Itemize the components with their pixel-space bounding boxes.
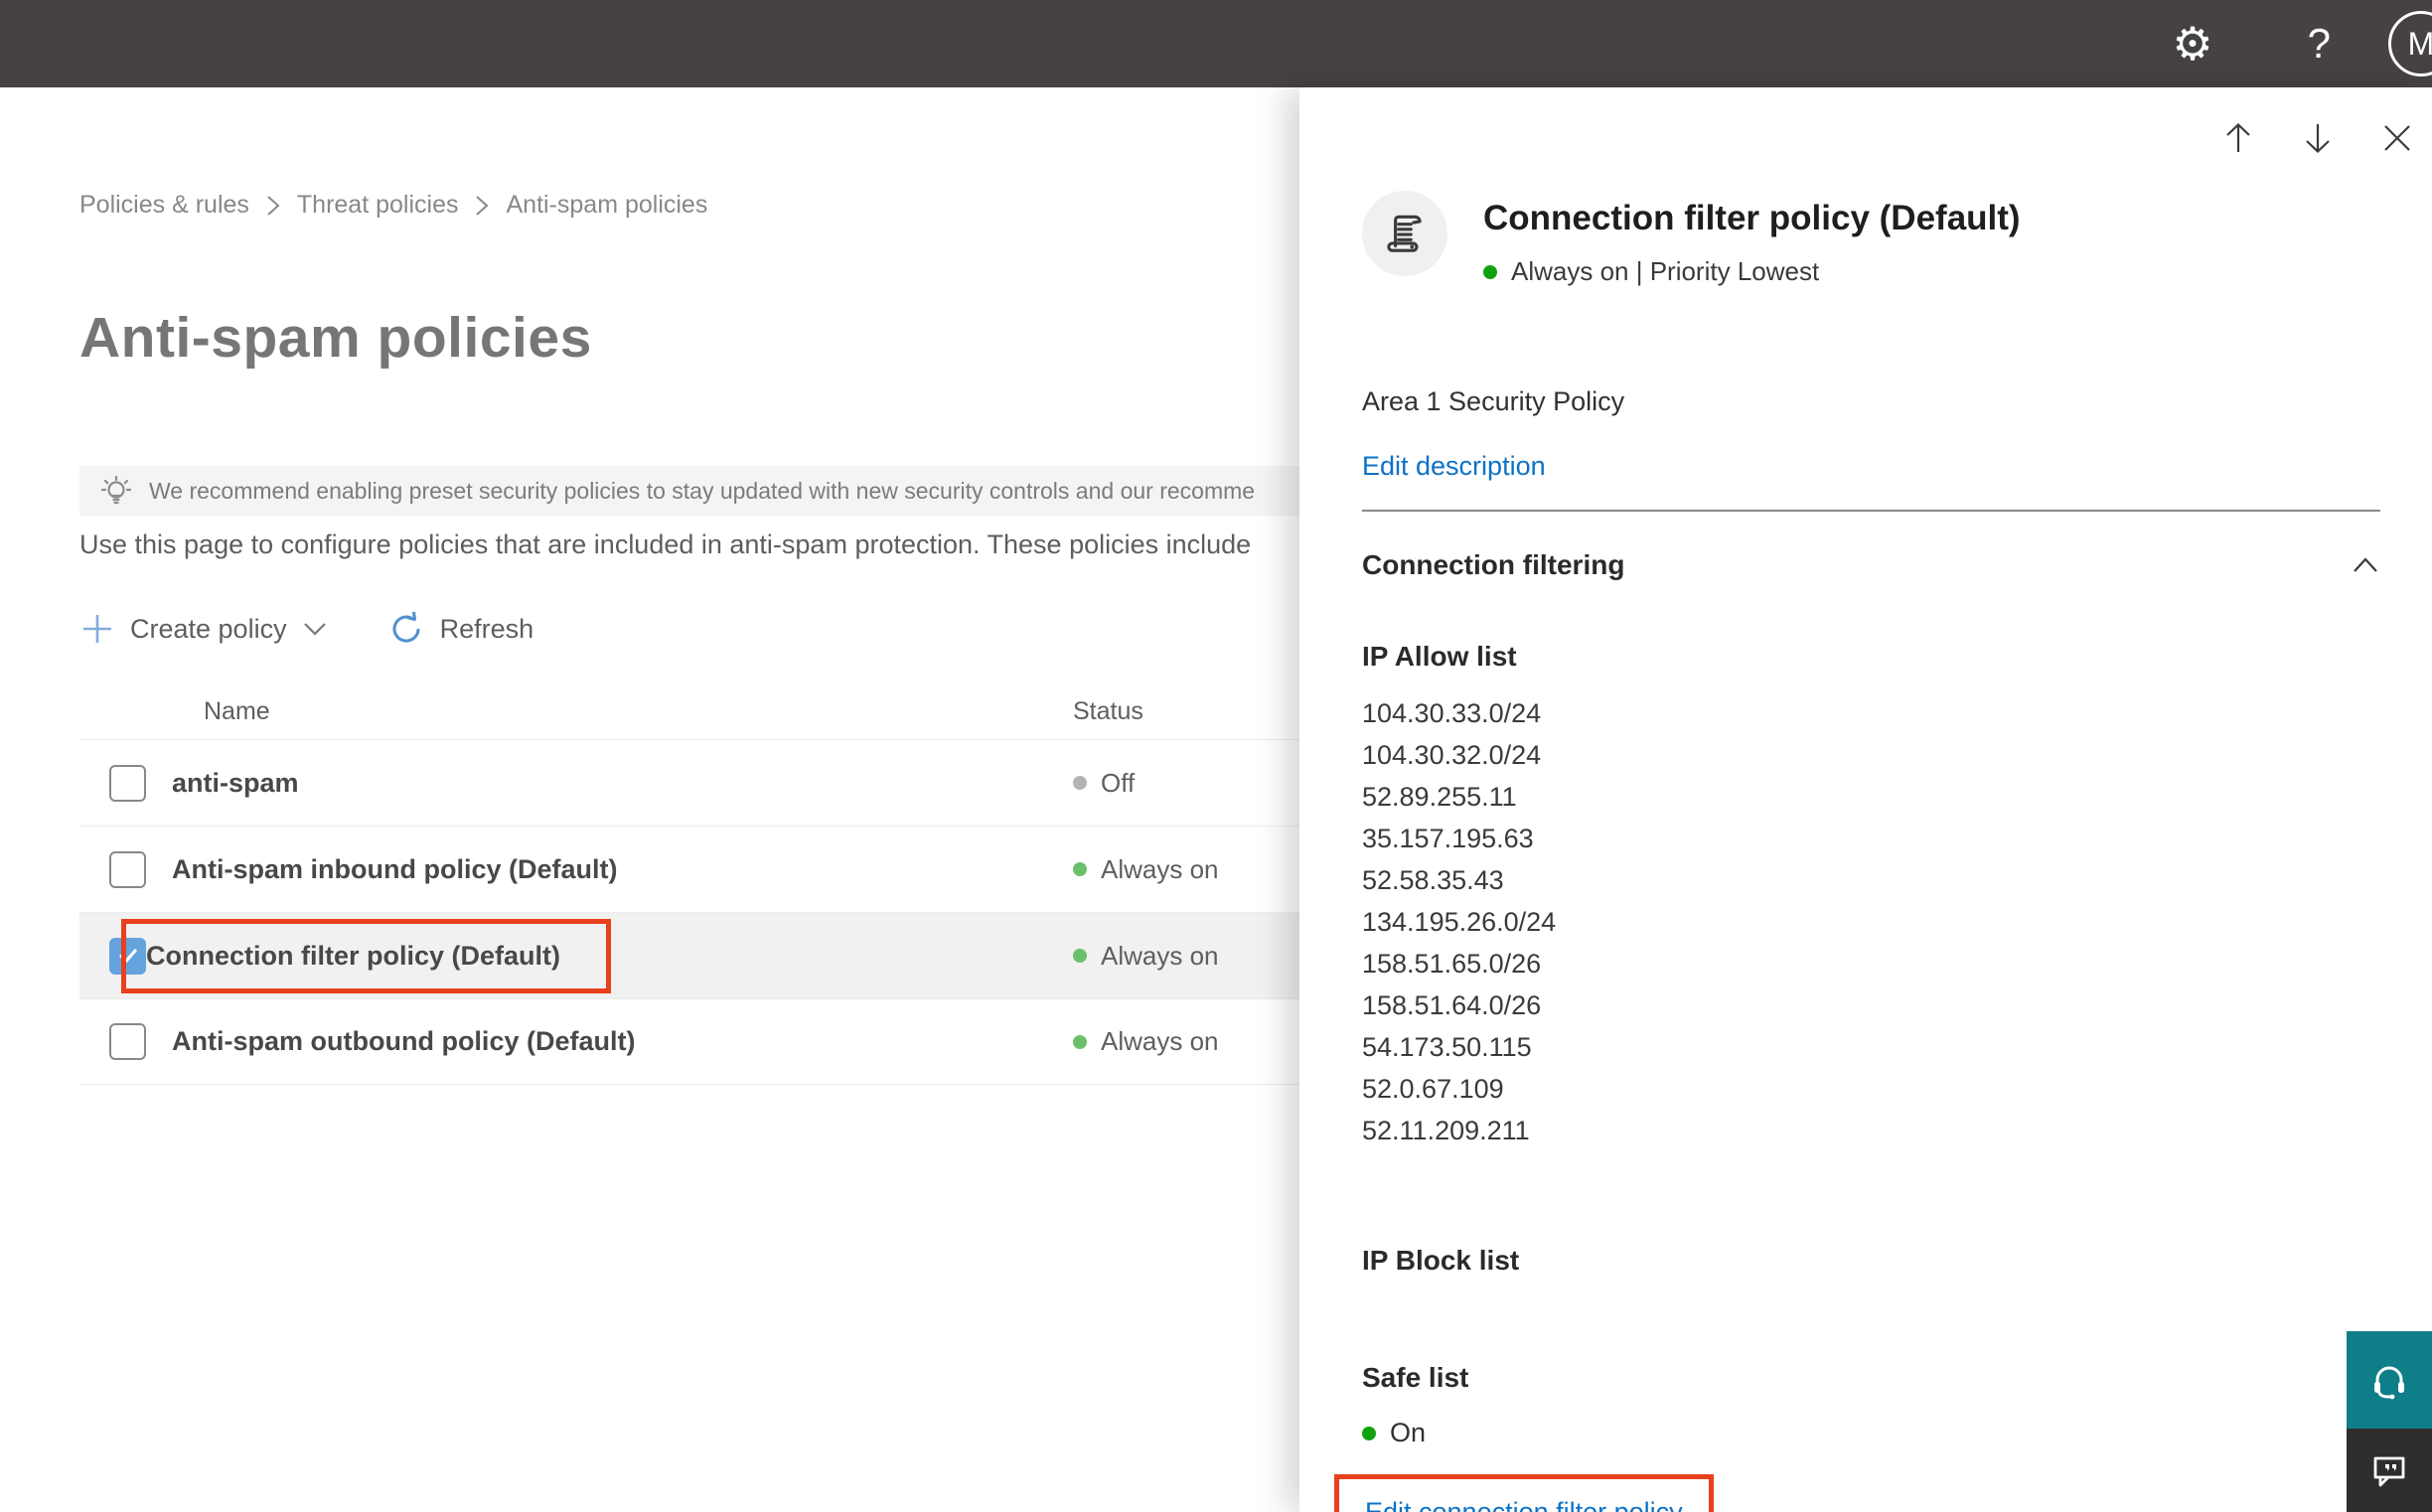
edit-description-link[interactable]: Edit description — [1362, 451, 2380, 482]
chevron-right-icon — [474, 193, 490, 219]
corner-buttons — [2347, 1331, 2432, 1512]
page-title: Anti-spam policies — [79, 306, 592, 370]
close-icon[interactable] — [2380, 121, 2414, 155]
status-dot-on — [1483, 264, 1497, 279]
ip-entry: 158.51.65.0/26 — [1362, 949, 1542, 979]
ip-entry: 134.195.26.0/24 — [1362, 907, 1557, 937]
safe-list-status-label: On — [1390, 1418, 1427, 1447]
ip-entry: 158.51.64.0/26 — [1362, 990, 1542, 1020]
policy-table: Name Status anti-spam Off Anti-spam inbo… — [79, 687, 1299, 1085]
ip-entry: 52.58.35.43 — [1362, 865, 1504, 895]
connection-filtering-section-toggle[interactable]: Connection filtering — [1362, 549, 2380, 581]
ip-block-list-title: IP Block list — [1362, 1245, 1520, 1276]
status-dot-on — [1073, 949, 1087, 963]
row-checkbox[interactable] — [109, 850, 146, 888]
edit-connection-filter-policy-link[interactable]: Edit connection filter policy — [1365, 1497, 1683, 1512]
policy-name[interactable]: Anti-spam outbound policy (Default) — [172, 1026, 635, 1057]
table-row[interactable]: Anti-spam inbound policy (Default) Alway… — [79, 826, 1299, 912]
toolbar: Create policy Refresh — [79, 610, 1299, 648]
help-icon[interactable]: ? — [2308, 20, 2331, 68]
lightbulb-icon — [99, 473, 133, 509]
ip-entry: 52.11.209.211 — [1362, 1116, 1530, 1145]
policy-description: Area 1 Security Policy — [1362, 386, 1625, 416]
annotation-highlight-box: Edit connection filter policy — [1334, 1474, 1714, 1512]
ip-entry: 104.30.32.0/24 — [1362, 740, 1542, 770]
policy-name[interactable]: Anti-spam inbound policy (Default) — [172, 854, 617, 885]
divider — [1362, 510, 2380, 512]
refresh-label: Refresh — [439, 613, 534, 644]
safe-list-title: Safe list — [1362, 1362, 1469, 1393]
policy-name[interactable]: Connection filter policy (Default) — [146, 941, 560, 971]
ip-entry: 54.173.50.115 — [1362, 1032, 1532, 1062]
refresh-icon — [387, 610, 425, 648]
status-label: Always on — [1101, 940, 1219, 971]
status-cell: Off — [1073, 768, 1135, 799]
banner-text: We recommend enabling preset security po… — [149, 477, 1256, 504]
table-row-selected[interactable]: Connection filter policy (Default) Alway… — [79, 912, 1299, 998]
headset-icon — [2366, 1357, 2412, 1403]
flyout-title-block: Connection filter policy (Default) Alway… — [1483, 191, 2021, 287]
plus-icon — [79, 611, 115, 647]
feedback-bubble-icon — [2368, 1449, 2410, 1491]
flyout-status-text: Always on | Priority Lowest — [1511, 256, 1820, 286]
status-dot-on — [1073, 1034, 1087, 1049]
create-policy-label: Create policy — [130, 613, 287, 644]
policy-details-flyout: Connection filter policy (Default) Alway… — [1299, 87, 2432, 1512]
column-header-name[interactable]: Name — [204, 697, 270, 726]
ip-allow-list-title: IP Allow list — [1362, 641, 1517, 672]
arrow-up-icon[interactable] — [2221, 121, 2255, 155]
status-cell: Always on — [1073, 941, 1219, 972]
status-label: Off — [1101, 767, 1136, 798]
ip-entry: 52.0.67.109 — [1362, 1074, 1504, 1104]
status-dot-on — [1073, 862, 1087, 876]
ip-entry: 52.89.255.11 — [1362, 782, 1517, 812]
ip-entry: 104.30.33.0/24 — [1362, 698, 1542, 728]
safe-list-status: On — [1362, 1418, 2380, 1448]
ip-entry: 35.157.195.63 — [1362, 824, 1534, 853]
screen: ⚙︎ ? M Policies & rules Threat policies … — [0, 0, 2432, 1512]
status-label: Always on — [1101, 1026, 1219, 1056]
table-row[interactable]: anti-spam Off — [79, 739, 1299, 826]
ip-allow-list: 104.30.33.0/24 104.30.32.0/24 52.89.255.… — [1362, 692, 2380, 1151]
gear-icon[interactable]: ⚙︎ — [2172, 21, 2212, 67]
section-title: Connection filtering — [1362, 549, 1625, 580]
create-policy-button[interactable]: Create policy — [79, 611, 328, 647]
table-header: Name Status — [79, 687, 1299, 739]
status-dot-on — [1362, 1426, 1376, 1440]
status-cell: Always on — [1073, 1026, 1219, 1057]
recommendation-banner: We recommend enabling preset security po… — [79, 466, 1299, 516]
policy-scroll-icon — [1362, 191, 1447, 276]
status-cell: Always on — [1073, 854, 1219, 885]
main-content: Policies & rules Threat policies Anti-sp… — [0, 87, 1299, 1512]
page-description: Use this page to configure policies that… — [79, 529, 1252, 559]
refresh-button[interactable]: Refresh — [387, 610, 534, 648]
policy-name[interactable]: anti-spam — [172, 768, 299, 799]
flyout-status: Always on | Priority Lowest — [1483, 256, 2021, 287]
chevron-up-icon[interactable] — [2351, 555, 2380, 575]
chevron-down-icon — [302, 620, 328, 638]
flyout-title: Connection filter policy (Default) — [1483, 199, 2021, 237]
avatar-initial: M — [2407, 25, 2432, 62]
table-row[interactable]: Anti-spam outbound policy (Default) Alwa… — [79, 998, 1299, 1085]
status-label: Always on — [1101, 853, 1219, 884]
breadcrumb-anti-spam-policies[interactable]: Anti-spam policies — [506, 191, 707, 220]
feedback-button[interactable] — [2347, 1429, 2432, 1512]
row-checkbox[interactable] — [109, 764, 146, 802]
status-dot-off — [1073, 776, 1087, 790]
flyout-nav — [2221, 121, 2414, 155]
account-avatar[interactable]: M — [2388, 11, 2432, 76]
breadcrumb-policies-rules[interactable]: Policies & rules — [79, 191, 249, 220]
top-app-bar: ⚙︎ ? M — [0, 0, 2432, 87]
breadcrumb: Policies & rules Threat policies Anti-sp… — [79, 191, 1299, 220]
chevron-right-icon — [265, 193, 281, 219]
breadcrumb-threat-policies[interactable]: Threat policies — [297, 191, 459, 220]
arrow-down-icon[interactable] — [2301, 121, 2335, 155]
support-button[interactable] — [2347, 1331, 2432, 1429]
flyout-header: Connection filter policy (Default) Alway… — [1362, 191, 2380, 287]
annotation-highlight-box: Connection filter policy (Default) — [121, 918, 612, 993]
row-checkbox[interactable] — [109, 1023, 146, 1060]
column-header-status[interactable]: Status — [1073, 697, 1143, 726]
